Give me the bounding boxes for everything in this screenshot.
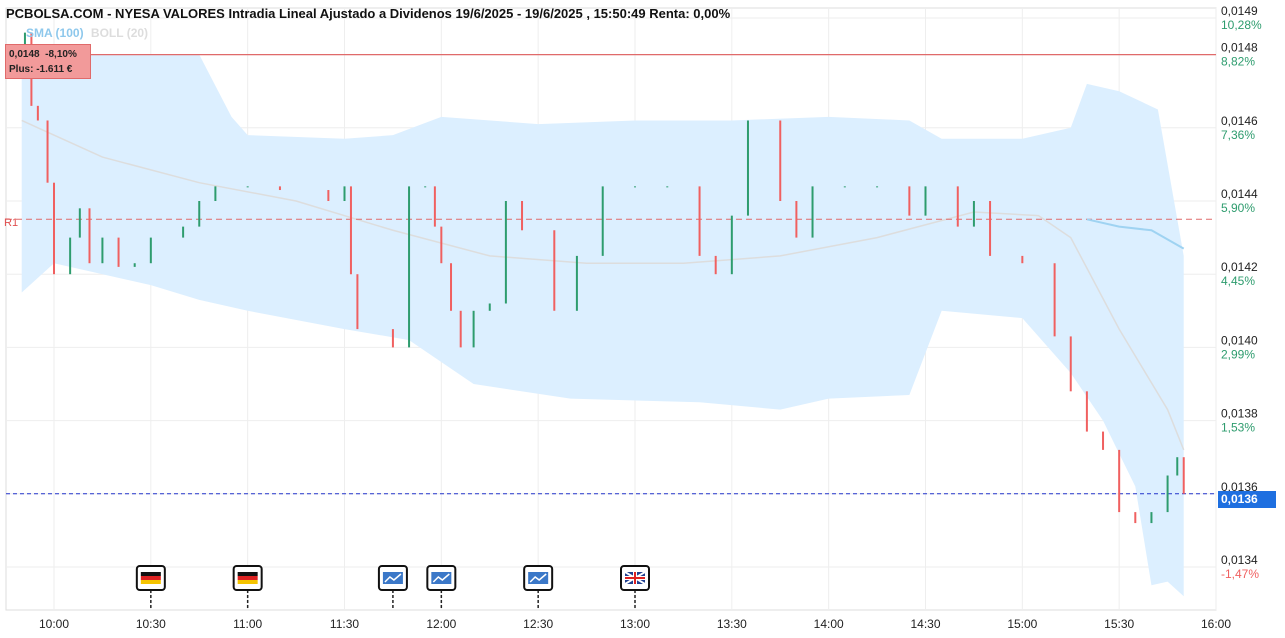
x-tick-label: 11:00	[233, 617, 262, 631]
info-plus: Plus: -1.611 €	[9, 64, 73, 75]
y-tick-label: 0,0149	[1221, 4, 1258, 18]
x-tick-label: 13:30	[717, 617, 747, 631]
x-tick-label: 16:00	[1201, 617, 1231, 631]
intraday-chart: 0,014910,28%0,01488,82%0,01467,36%0,0144…	[5, 4, 1262, 631]
y-pct-label: 2,99%	[1221, 347, 1255, 361]
x-tick-label: 12:00	[426, 617, 456, 631]
y-pct-label: 10,28%	[1221, 18, 1262, 32]
y-pct-label: 4,45%	[1221, 274, 1255, 288]
info-price: 0,0148	[9, 49, 40, 60]
x-tick-label: 14:00	[814, 617, 844, 631]
bollinger-band	[21, 54, 1184, 597]
last-price-badge: 0,0136	[1218, 491, 1276, 508]
x-tick-label: 10:30	[136, 617, 166, 631]
x-tick-label: 13:00	[620, 617, 650, 631]
y-tick-label: 0,0140	[1221, 333, 1258, 347]
y-pct-label: 7,36%	[1221, 128, 1255, 142]
x-tick-label: 14:30	[910, 617, 940, 631]
chart-title: PCBOLSA.COM - NYESA VALORES Intradia Lin…	[6, 6, 731, 21]
resistance-label-r1: R1	[4, 217, 19, 229]
indicator-legend: SMA (100) BOLL (20)	[26, 26, 148, 40]
x-tick-label: 15:00	[1007, 617, 1037, 631]
y-tick-label: 0,0146	[1221, 114, 1258, 128]
x-tick-label: 10:00	[39, 617, 69, 631]
legend-sma[interactable]: SMA (100)	[26, 26, 84, 40]
x-tick-label: 11:30	[330, 617, 359, 631]
price-info-box: 0,0148 -8,10% Plus: -1.611 €	[5, 44, 91, 79]
news-chart-icon[interactable]	[377, 565, 408, 610]
y-tick-label: 0,0148	[1221, 41, 1258, 55]
y-pct-label: 5,90%	[1221, 201, 1255, 215]
legend-boll[interactable]: BOLL (20)	[91, 26, 148, 40]
y-tick-label: 0,0144	[1221, 187, 1258, 201]
info-change: -8,10%	[45, 49, 77, 60]
y-pct-label: -1,47%	[1221, 567, 1259, 581]
x-tick-label: 12:30	[523, 617, 553, 631]
y-pct-label: 8,82%	[1221, 55, 1255, 69]
y-pct-label: 1,53%	[1221, 421, 1255, 435]
y-tick-label: 0,0138	[1221, 407, 1258, 421]
y-tick-label: 0,0134	[1221, 553, 1258, 567]
y-tick-label: 0,0142	[1221, 260, 1258, 274]
x-tick-label: 15:30	[1104, 617, 1134, 631]
